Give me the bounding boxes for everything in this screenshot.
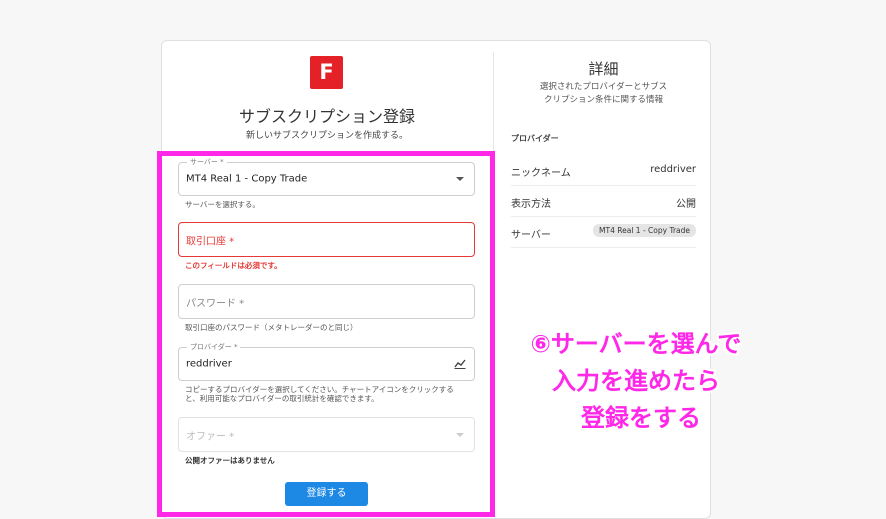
server-chip: MT4 Real 1 - Copy Trade <box>593 224 696 237</box>
details-desc-line2: クリプション条件に関する情報 <box>543 95 663 105</box>
detail-value: 公開 <box>676 199 696 210</box>
detail-key: ニックネーム <box>511 168 571 179</box>
detail-row-display: 表示方法 公開 <box>511 186 696 217</box>
column-divider <box>493 52 494 162</box>
page-title: サブスクリプション登録 <box>238 107 415 126</box>
detail-row-server: サーバー MT4 Real 1 - Copy Trade <box>511 217 696 248</box>
detail-key: 表示方法 <box>511 199 551 210</box>
logo-letter: F <box>319 60 334 84</box>
annotation-line2: 入力を進めたら <box>552 367 720 395</box>
detail-value: reddriver <box>650 164 696 175</box>
details-title: 詳細 <box>588 60 619 78</box>
detail-row-nickname: ニックネーム reddriver <box>511 155 696 186</box>
brand-logo: F <box>310 56 343 89</box>
page-subtitle: 新しいサブスクリプションを作成する。 <box>245 131 408 141</box>
details-section-heading: プロバイダー <box>511 134 559 143</box>
instruction-annotation: ⑥サーバーを選んで 入力を進めたら 登録をする <box>500 326 772 437</box>
detail-key: サーバー <box>511 230 551 241</box>
annotation-line1: ⑥サーバーを選んで <box>530 330 742 358</box>
annotation-line3: 登録をする <box>581 404 701 432</box>
highlight-frame <box>157 151 495 517</box>
details-description: 選択されたプロバイダーとサブス クリプション条件に関する情報 <box>511 81 696 107</box>
details-desc-line1: 選択されたプロバイダーとサブス <box>539 82 668 92</box>
